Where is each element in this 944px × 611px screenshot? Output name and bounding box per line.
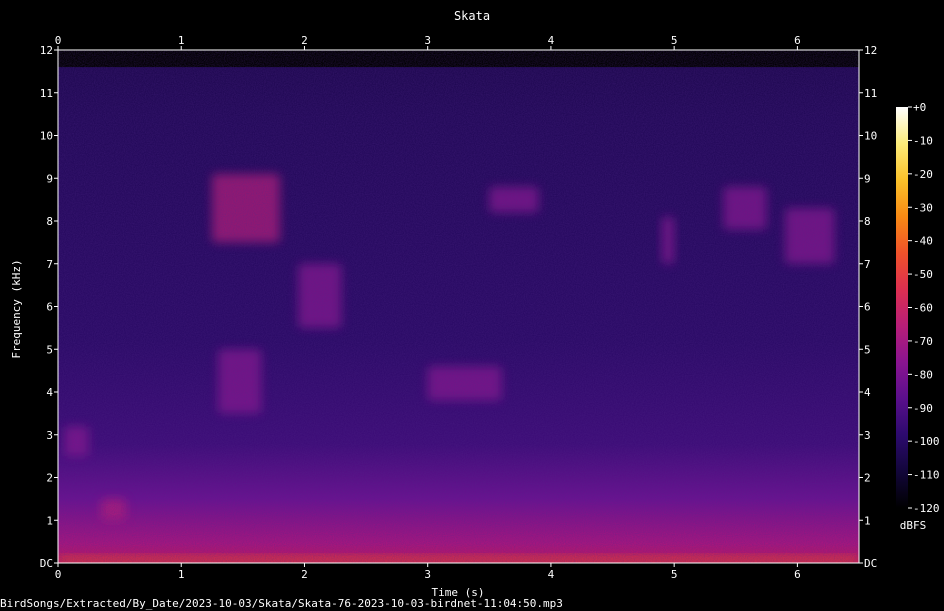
y-axis-label: Frequency (kHz) xyxy=(10,259,23,358)
spectrogram-figure: Skata 00112233445566DC DC1 12 23 34 45 56 67 78 8… xyxy=(0,9,940,610)
x-tick-label-top: 0 xyxy=(55,34,62,47)
colorbar-tick-label: -20 xyxy=(913,168,933,181)
y-tick-label-right: 4 xyxy=(864,386,871,399)
y-tick-label-right: 10 xyxy=(864,130,877,143)
y-tick-label-left: 7 xyxy=(46,258,53,271)
y-tick-label-left: 1 xyxy=(46,514,53,527)
x-tick-label-bottom: 2 xyxy=(301,568,308,581)
colorbar-label: dBFS xyxy=(900,519,927,532)
y-tick-label-right: 3 xyxy=(864,429,871,442)
chart-title: Skata xyxy=(454,9,490,23)
colorbar-tick-label: -120 xyxy=(913,502,940,515)
y-tick-label-right: 2 xyxy=(864,472,871,485)
x-tick-label-bottom: 1 xyxy=(178,568,185,581)
x-tick-label-top: 2 xyxy=(301,34,308,47)
y-tick-label-right: 6 xyxy=(864,301,871,314)
y-tick-label-right: DC xyxy=(864,557,877,570)
colorbar-tick-label: -50 xyxy=(913,268,933,281)
y-tick-label-left: DC xyxy=(40,557,53,570)
x-tick-label-bottom: 3 xyxy=(424,568,431,581)
colorbar-tick-label: +0 xyxy=(913,101,926,114)
x-tick-label-top: 3 xyxy=(424,34,431,47)
colorbar-tick-label: -80 xyxy=(913,368,933,381)
y-tick-label-right: 11 xyxy=(864,87,877,100)
x-tick-label-bottom: 5 xyxy=(671,568,678,581)
y-tick-label-right: 7 xyxy=(864,258,871,271)
x-tick-label-bottom: 4 xyxy=(548,568,555,581)
x-tick-label-top: 1 xyxy=(178,34,185,47)
colorbar-tick-label: -30 xyxy=(913,201,933,214)
spectrogram-plot xyxy=(58,50,859,563)
y-tick-label-right: 5 xyxy=(864,343,871,356)
colorbar-tick-label: -90 xyxy=(913,402,933,415)
y-tick-label-left: 4 xyxy=(46,386,53,399)
y-tick-label-left: 10 xyxy=(40,130,53,143)
y-tick-label-right: 12 xyxy=(864,44,877,57)
y-tick-label-left: 11 xyxy=(40,87,53,100)
y-tick-label-left: 2 xyxy=(46,472,53,485)
y-tick-label-right: 1 xyxy=(864,514,871,527)
x-tick-label-top: 6 xyxy=(794,34,801,47)
colorbar-tick-label: -110 xyxy=(913,469,940,482)
x-tick-label-top: 4 xyxy=(548,34,555,47)
x-tick-label-top: 5 xyxy=(671,34,678,47)
y-tick-label-right: 9 xyxy=(864,172,871,185)
noise-texture xyxy=(58,50,859,563)
y-tick-label-left: 3 xyxy=(46,429,53,442)
colorbar-gradient xyxy=(896,107,908,508)
y-tick-label-left: 5 xyxy=(46,343,53,356)
colorbar-tick-label: -70 xyxy=(913,335,933,348)
x-tick-label-bottom: 6 xyxy=(794,568,801,581)
y-tick-label-right: 8 xyxy=(864,215,871,228)
colorbar: +0 -10 -20 -30 -40 -50 -60 -70 -80 -90 -100 -110 -12… xyxy=(896,101,940,515)
footer-file-path: BirdSongs/Extracted/By_Date/2023-10-03/S… xyxy=(0,597,563,610)
y-tick-label-left: 8 xyxy=(46,215,53,228)
y-tick-label-left: 9 xyxy=(46,172,53,185)
colorbar-tick-label: -10 xyxy=(913,134,933,147)
y-tick-label-left: 6 xyxy=(46,301,53,314)
colorbar-tick-label: -100 xyxy=(913,435,940,448)
colorbar-tick-label: -60 xyxy=(913,302,933,315)
y-tick-label-left: 12 xyxy=(40,44,53,57)
colorbar-tick-label: -40 xyxy=(913,235,933,248)
x-tick-label-bottom: 0 xyxy=(55,568,62,581)
